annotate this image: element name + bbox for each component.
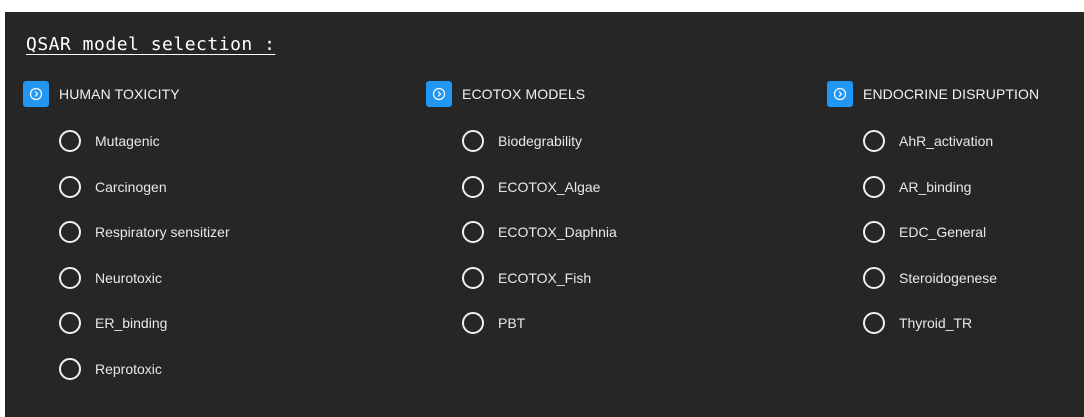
radio-button[interactable] — [863, 312, 885, 335]
panel-title: QSAR model selection : — [26, 34, 276, 55]
radio-button[interactable] — [863, 266, 885, 289]
group-ecotox-models: ECOTOX MODELS Biodegrability ECOTOX_Alga… — [426, 80, 617, 357]
option-label: ECOTOX_Daphnia — [498, 224, 617, 241]
radio-button[interactable] — [462, 312, 484, 335]
radio-button[interactable] — [59, 130, 81, 152]
option-list: Mutagenic Carcinogen Respiratory sensiti… — [59, 129, 230, 381]
option-label: Neurotoxic — [95, 269, 162, 286]
option-label: Steroidogenese — [899, 269, 998, 286]
radio-button[interactable] — [863, 175, 885, 198]
option-label: ECOTOX_Algae — [498, 178, 601, 195]
option-edc-general[interactable]: EDC_General — [863, 220, 1039, 244]
radio-button[interactable] — [462, 175, 484, 198]
option-label: ER_binding — [95, 315, 168, 332]
group-title: ECOTOX MODELS — [462, 86, 586, 102]
option-ahr-activation[interactable]: AhR_activation — [863, 129, 1039, 153]
radio-button[interactable] — [59, 357, 81, 380]
option-label: Thyroid_TR — [899, 315, 973, 332]
option-label: ECOTOX_Fish — [498, 269, 592, 286]
group-header: ENDOCRINE DISRUPTION — [827, 80, 1039, 108]
option-reprotoxic[interactable]: Reprotoxic — [59, 357, 230, 381]
radio-button[interactable] — [59, 266, 81, 289]
option-biodegrability[interactable]: Biodegrability — [462, 129, 617, 153]
option-thyroid-tr[interactable]: Thyroid_TR — [863, 311, 1039, 335]
option-ecotox-daphnia[interactable]: ECOTOX_Daphnia — [462, 220, 617, 244]
option-list: AhR_activation AR_binding EDC_General St… — [863, 129, 1039, 335]
option-label: AhR_activation — [899, 133, 994, 149]
option-label: Reprotoxic — [95, 360, 162, 377]
expand-button-human-toxicity[interactable] — [23, 81, 49, 107]
option-label: PBT — [498, 315, 526, 332]
expand-button-endocrine-disruption[interactable] — [827, 81, 853, 107]
radio-button[interactable] — [59, 312, 81, 335]
option-label: Respiratory sensitizer — [95, 224, 230, 241]
option-ecotox-algae[interactable]: ECOTOX_Algae — [462, 175, 617, 199]
radio-button[interactable] — [462, 221, 484, 244]
radio-button[interactable] — [863, 130, 885, 152]
option-neurotoxic[interactable]: Neurotoxic — [59, 266, 230, 290]
option-ecotox-fish[interactable]: ECOTOX_Fish — [462, 266, 617, 290]
expand-circle-icon — [29, 87, 43, 101]
option-label: Mutagenic — [95, 133, 160, 149]
option-list: Biodegrability ECOTOX_Algae ECOTOX_Daphn… — [462, 129, 617, 335]
group-header: HUMAN TOXICITY — [23, 80, 230, 108]
group-title: HUMAN TOXICITY — [59, 86, 180, 102]
option-label: EDC_General — [899, 224, 987, 241]
radio-button[interactable] — [462, 130, 484, 152]
radio-button[interactable] — [462, 266, 484, 289]
option-carcinogen[interactable]: Carcinogen — [59, 175, 230, 199]
group-title: ENDOCRINE DISRUPTION — [863, 86, 1040, 102]
expand-button-ecotox-models[interactable] — [426, 81, 452, 107]
qsar-panel: QSAR model selection : HUMAN TOXICITY Mu… — [5, 12, 1084, 417]
option-er-binding[interactable]: ER_binding — [59, 311, 230, 335]
radio-button[interactable] — [59, 175, 81, 198]
option-respiratory-sensitizer[interactable]: Respiratory sensitizer — [59, 220, 230, 244]
expand-circle-icon — [833, 87, 847, 101]
option-label: Carcinogen — [95, 178, 167, 195]
radio-button[interactable] — [863, 221, 885, 244]
group-human-toxicity: HUMAN TOXICITY Mutagenic Carcinogen Resp… — [23, 80, 230, 403]
option-mutagenic[interactable]: Mutagenic — [59, 129, 230, 153]
group-endocrine-disruption: ENDOCRINE DISRUPTION AhR_activation AR_b… — [827, 80, 1039, 357]
option-pbt[interactable]: PBT — [462, 311, 617, 335]
option-ar-binding[interactable]: AR_binding — [863, 175, 1039, 199]
radio-button[interactable] — [59, 221, 81, 244]
option-label: AR_binding — [899, 178, 972, 195]
expand-circle-icon — [432, 87, 446, 101]
option-steroidogenese[interactable]: Steroidogenese — [863, 266, 1039, 290]
option-label: Biodegrability — [498, 133, 583, 149]
group-header: ECOTOX MODELS — [426, 80, 617, 108]
